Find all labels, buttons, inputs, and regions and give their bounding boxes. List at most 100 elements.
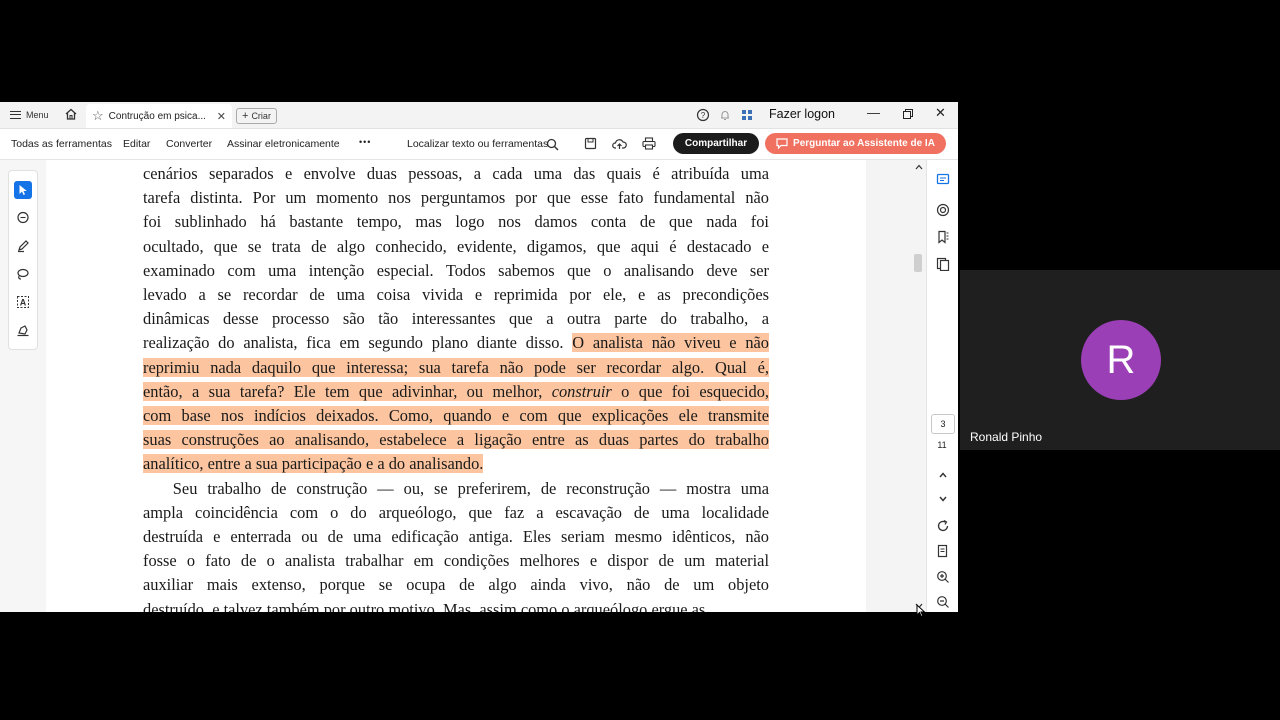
page-thumbnails-icon[interactable] [935, 256, 951, 272]
text-line[interactable]: levado a se recordar de uma coisa vivida… [143, 283, 769, 307]
text-line[interactable]: destruído, e talvez também por outro mot… [143, 598, 769, 612]
find-tools-label[interactable]: Localizar texto ou ferramentas [407, 138, 548, 150]
more-tools-button[interactable]: ••• [359, 137, 371, 147]
print-icon[interactable] [642, 137, 656, 150]
home-icon[interactable] [64, 107, 78, 121]
edit-button[interactable]: Editar [123, 138, 150, 150]
text-line[interactable]: ocultado, que se trata de algo conhecido… [143, 235, 769, 259]
help-icon[interactable]: ? [696, 108, 710, 122]
highlighted-text: construir [551, 381, 612, 401]
next-page-icon[interactable] [935, 491, 951, 507]
bookmarks-icon[interactable] [935, 229, 951, 245]
text-line[interactable]: dinâmicas desse processo são tão interes… [143, 307, 769, 331]
comments-panel-icon[interactable] [935, 172, 951, 188]
document-tab[interactable]: ☆ Contrução em psica... ✕ [86, 104, 232, 128]
draw-freehand-icon[interactable] [14, 265, 32, 283]
search-icon[interactable] [546, 138, 559, 151]
text-segment: ampla coincidência com o do arqueólogo, … [143, 502, 769, 522]
sign-pen-icon[interactable] [14, 321, 32, 339]
text-segment: destruído, e talvez também por outro mot… [143, 599, 706, 612]
highlight-pen-icon[interactable] [14, 237, 32, 255]
new-tab-button[interactable]: + Criar [236, 108, 277, 124]
text-line[interactable]: então, a sua tarefa? Ele tem que adivinh… [143, 380, 769, 404]
close-tab-icon[interactable]: ✕ [217, 110, 226, 123]
avatar: R [1081, 320, 1161, 400]
page-fit-icon[interactable] [935, 543, 951, 559]
highlighted-text: analítico, entre a sua participação e a … [143, 454, 484, 474]
previous-page-icon[interactable] [935, 467, 951, 483]
text-line[interactable]: ampla coincidência com o do arqueólogo, … [143, 501, 769, 525]
menu-button[interactable]: Menu [10, 106, 49, 124]
sign-in-link[interactable]: Fazer logon [769, 107, 835, 121]
highlighted-text: com base nos indícios deixados. Como, qu… [143, 406, 769, 425]
current-page-field[interactable]: 3 [931, 414, 955, 434]
text-line[interactable]: reprimiu nada daquilo que interessa; sua… [143, 356, 769, 380]
text-line[interactable]: tarefa distinta. Por um momento nos perg… [143, 186, 769, 210]
highlighted-text: reprimiu nada daquilo que interessa; sua… [143, 357, 769, 377]
select-cursor-icon[interactable] [14, 181, 32, 199]
ai-assistant-button[interactable]: Perguntar ao Assistente de IA [765, 133, 946, 154]
bell-icon[interactable] [718, 108, 732, 122]
text-line[interactable]: foi sublinhado há bastante tempo, mas lo… [143, 210, 769, 234]
quick-tools-panel: A [8, 170, 38, 350]
svg-text:A: A [20, 298, 27, 308]
share-button[interactable]: Compartilhar [673, 133, 759, 154]
text-segment: foi sublinhado há bastante tempo, mas lo… [143, 212, 769, 232]
text-segment: ocultado, que se trata de algo conhecido… [143, 236, 769, 256]
all-tools-button[interactable]: Todas as ferramentas [11, 138, 112, 150]
restore-icon[interactable] [902, 108, 914, 120]
apps-grid-icon[interactable] [740, 108, 754, 122]
text-segment: dinâmicas desse processo são tão interes… [143, 309, 769, 329]
left-tool-rail: A [0, 160, 47, 612]
text-line[interactable]: destruída e enterrada ou de uma edificaç… [143, 525, 769, 549]
text-line[interactable]: realização do analista, fica em segundo … [143, 331, 769, 355]
text-line[interactable]: suas construções ao analisando, estabele… [143, 428, 769, 452]
text-box-icon[interactable]: A [14, 293, 32, 311]
ai-overview-icon[interactable] [935, 202, 951, 218]
upload-cloud-icon[interactable] [612, 137, 627, 150]
refresh-icon[interactable] [935, 518, 951, 534]
text-line[interactable]: fosse o fato de o analista trabalhar em … [143, 549, 769, 573]
scrollbar-thumb[interactable] [914, 254, 922, 272]
text-line[interactable]: examinado com uma intenção especial. Tod… [143, 259, 769, 283]
text-segment: cenários separados e envolve duas pessoa… [143, 164, 769, 183]
tab-title: Contrução em psica... [108, 110, 206, 122]
minimize-icon[interactable]: — [867, 105, 880, 120]
text-segment: examinado com uma intenção especial. Tod… [143, 260, 769, 280]
scroll-up-icon[interactable] [915, 164, 923, 170]
participant-video-tile[interactable]: R Ronald Pinho [960, 270, 1280, 450]
vertical-scrollbar[interactable] [914, 160, 924, 612]
text-segment: auxiliar mais extenso, porque se ocupa d… [143, 575, 769, 595]
text-segment: destruída e enterrada ou de uma edificaç… [143, 527, 769, 546]
convert-button[interactable]: Converter [166, 138, 212, 150]
text-line[interactable]: Seu trabalho de construção — ou, se pref… [143, 477, 769, 501]
ai-assistant-label: Perguntar ao Assistente de IA [793, 138, 935, 149]
highlighted-text: o que foi esquecido, [611, 381, 769, 401]
zoom-in-icon[interactable] [935, 569, 951, 585]
text-line[interactable]: com base nos indícios deixados. Como, qu… [143, 404, 769, 428]
hamburger-icon [10, 111, 21, 119]
text-segment: tarefa distinta. Por um momento nos perg… [143, 188, 769, 208]
text-line[interactable]: analítico, entre a sua participação e a … [143, 452, 484, 476]
text-segment: fosse o fato de o analista trabalhar em … [143, 551, 769, 571]
sign-button[interactable]: Assinar eletronicamente [227, 138, 340, 150]
close-window-icon[interactable]: ✕ [935, 105, 946, 121]
text-line[interactable]: cenários separados e envolve duas pessoa… [143, 162, 769, 186]
title-bar: Menu ☆ Contrução em psica... ✕ + Criar ?… [0, 102, 958, 129]
star-icon[interactable]: ☆ [92, 108, 104, 124]
ai-assistant-icon [776, 138, 788, 149]
highlighted-text: então, a sua tarefa? Ele tem que adivinh… [143, 381, 552, 401]
zoom-out-icon[interactable] [935, 594, 951, 610]
highlighted-text: suas construções ao analisando, estabele… [143, 430, 769, 450]
svg-text:?: ? [701, 111, 706, 120]
mouse-cursor-icon [916, 604, 926, 618]
new-tab-label: Criar [251, 111, 271, 121]
add-comment-icon[interactable] [14, 209, 32, 227]
participant-name: Ronald Pinho [970, 430, 1043, 444]
menu-label: Menu [26, 110, 49, 120]
text-segment: realização do analista, fica em segundo … [143, 333, 573, 353]
save-icon[interactable] [584, 137, 597, 150]
right-tool-rail: 3 11 [926, 160, 958, 612]
document-page[interactable]: cenários separados e envolve duas pessoa… [46, 160, 866, 612]
text-line[interactable]: auxiliar mais extenso, porque se ocupa d… [143, 573, 769, 597]
